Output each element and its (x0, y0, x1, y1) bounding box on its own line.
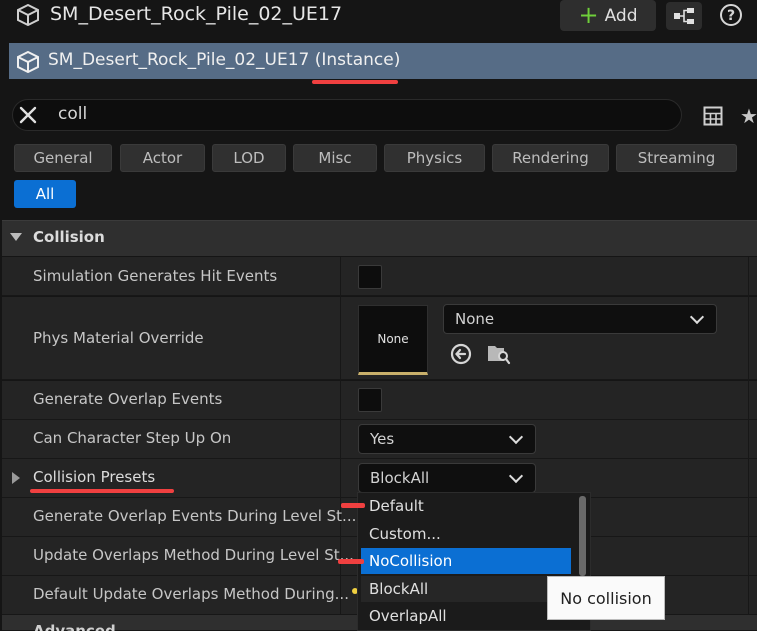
filter-tab-all[interactable]: All (14, 180, 76, 208)
clear-search-icon[interactable] (18, 105, 38, 125)
generate-overlap-checkbox[interactable] (358, 388, 382, 412)
phys-material-value: None (455, 310, 495, 328)
step-up-combo[interactable]: Yes (358, 424, 536, 454)
label-update-overlaps-method: Update Overlaps Method During Level St..… (33, 546, 354, 564)
annotation-mark-nocollision (338, 559, 364, 564)
add-component-button[interactable]: + Add (560, 0, 656, 31)
chevron-down-icon (508, 429, 524, 445)
favorites-star-icon[interactable]: ★ (740, 104, 757, 128)
filter-tab-general[interactable]: General (14, 144, 112, 172)
advanced-section-title: Advanced (33, 622, 116, 631)
dropdown-option-overlapall[interactable]: OverlapAll (369, 607, 447, 625)
blueprint-icon[interactable] (666, 2, 702, 30)
filter-tab-lod[interactable]: LOD (212, 144, 286, 172)
label-generate-overlap-events: Generate Overlap Events (33, 390, 223, 408)
help-icon[interactable]: ? (718, 2, 744, 28)
instance-suffix: (Instance) (314, 50, 401, 70)
use-selected-asset-icon[interactable] (450, 343, 472, 365)
collision-presets-combo[interactable]: BlockAll (358, 463, 536, 493)
annotation-underline-presets (30, 489, 174, 493)
label-gen-overlap-level-streaming: Generate Overlap Events During Level St.… (33, 507, 357, 525)
filter-tab-streaming[interactable]: Streaming (616, 144, 737, 172)
annotation-mark-default (341, 503, 365, 508)
dropdown-option-blockall[interactable]: BlockAll (369, 580, 428, 598)
dropdown-option-nocollision[interactable]: NoCollision (369, 552, 452, 570)
chevron-down-icon (508, 468, 524, 484)
static-mesh-component-icon (16, 50, 40, 74)
phys-material-combo[interactable]: None (443, 304, 717, 334)
column-divider-right (748, 257, 749, 615)
plus-icon: + (578, 0, 599, 29)
step-up-value: Yes (370, 430, 395, 448)
svg-text:?: ? (727, 8, 735, 24)
property-matrix-icon[interactable] (703, 106, 723, 126)
add-button-label: Add (604, 5, 638, 26)
instance-name: SM_Desert_Rock_Pile_02_UE17 (48, 50, 310, 70)
phys-material-thumbnail[interactable]: None (358, 305, 428, 375)
collision-section-header[interactable] (2, 220, 757, 256)
annotation-underline-instance (312, 80, 398, 84)
filter-tab-rendering[interactable]: Rendering (492, 144, 609, 172)
search-value: coll (58, 104, 88, 124)
collapse-arrow-icon[interactable] (10, 233, 22, 241)
label-can-character-step-up: Can Character Step Up On (33, 429, 232, 447)
presets-value: BlockAll (370, 469, 430, 487)
component-instance-label: SM_Desert_Rock_Pile_02_UE17 (Instance) (48, 50, 400, 70)
static-mesh-icon (16, 3, 40, 27)
label-default-update-overlaps: Default Update Overlaps Method During... (33, 585, 349, 603)
dropdown-scrollbar[interactable] (579, 496, 586, 576)
sim-hit-events-checkbox[interactable] (358, 265, 382, 289)
filter-tab-physics[interactable]: Physics (384, 144, 485, 172)
tooltip: No collision (547, 576, 665, 620)
filter-tab-misc[interactable]: Misc (293, 144, 377, 172)
dropdown-option-default[interactable]: Default (369, 497, 424, 515)
browse-asset-icon[interactable] (487, 343, 511, 365)
chevron-down-icon (689, 309, 705, 325)
label-phys-material-override: Phys Material Override (33, 329, 204, 347)
label-simulation-hit-events: Simulation Generates Hit Events (33, 267, 278, 285)
label-collision-presets: Collision Presets (33, 468, 156, 486)
collision-section-title: Collision (33, 228, 105, 246)
filter-tab-actor[interactable]: Actor (120, 144, 205, 172)
dropdown-option-custom[interactable]: Custom... (369, 525, 441, 543)
details-search-input[interactable] (12, 99, 682, 131)
expand-arrow-icon[interactable] (12, 472, 20, 484)
actor-title: SM_Desert_Rock_Pile_02_UE17 (50, 3, 343, 25)
